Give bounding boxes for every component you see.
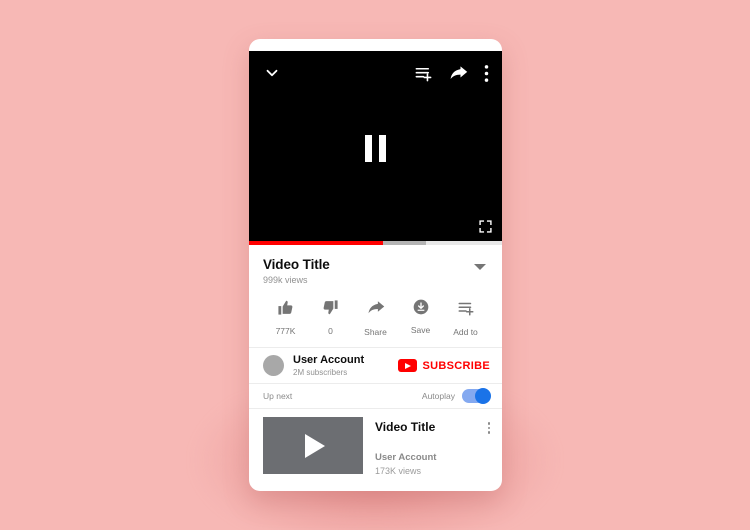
youtube-play-icon xyxy=(397,359,417,372)
channel-subscribers: 2M subscribers xyxy=(293,368,348,377)
pause-bar-left xyxy=(365,134,372,162)
save-label: Save xyxy=(410,325,431,335)
like-count: 777K xyxy=(275,326,296,336)
add-to-label: Add to xyxy=(453,327,478,337)
save-download-icon xyxy=(413,299,429,320)
video-player[interactable] xyxy=(249,51,502,245)
subscribe-label: SUBSCRIBE xyxy=(422,359,490,372)
autoplay-toggle-knob xyxy=(475,388,491,404)
autoplay-label: Autoplay xyxy=(421,391,455,401)
share-label: Share xyxy=(364,327,387,337)
dislike-action[interactable]: 0 xyxy=(308,299,353,337)
share-arrow-icon xyxy=(367,299,385,322)
video-info-header[interactable]: Video Title 999k views xyxy=(263,257,488,285)
add-to-queue-icon xyxy=(457,299,475,322)
thumbs-up-icon xyxy=(277,299,294,321)
pause-bar-right xyxy=(379,134,386,162)
add-to-action[interactable]: Add to xyxy=(443,299,488,337)
fullscreen-icon[interactable] xyxy=(479,220,492,233)
video-thumbnail[interactable] xyxy=(263,417,363,474)
up-next-label: Up next xyxy=(263,391,293,401)
video-title: Video Title xyxy=(263,257,330,272)
play-triangle-icon xyxy=(305,433,325,458)
autoplay-toggle[interactable] xyxy=(462,388,491,404)
channel-name: User Account xyxy=(293,354,365,366)
video-progress-bar[interactable] xyxy=(249,241,502,245)
up-next-video-meta: Video Title User Account 173K views xyxy=(375,417,488,476)
phone-card: Video Title 999k views 777K 0 Share Save… xyxy=(249,39,502,491)
channel-row[interactable]: User Account 2M subscribers SUBSCRIBE xyxy=(249,348,502,383)
video-info-text: Video Title 999k views xyxy=(263,257,474,285)
save-action[interactable]: Save xyxy=(398,299,443,337)
avatar-placeholder-icon xyxy=(263,355,284,376)
share-action[interactable]: Share xyxy=(353,299,398,337)
like-action[interactable]: 777K xyxy=(263,299,308,337)
more-vertical-icon[interactable] xyxy=(487,417,493,434)
up-next-bar: Up next Autoplay xyxy=(249,384,502,408)
channel-text: User Account 2M subscribers xyxy=(293,354,398,377)
thumbs-down-icon xyxy=(322,299,339,321)
video-action-row: 777K 0 Share Save Add to xyxy=(263,299,488,347)
pause-icon[interactable] xyxy=(249,51,502,245)
progress-played xyxy=(249,241,384,245)
subscribe-button[interactable]: SUBSCRIBE xyxy=(397,359,491,372)
up-next-video-item[interactable]: Video Title User Account 173K views xyxy=(249,409,502,476)
chevron-down-triangle-icon[interactable] xyxy=(474,264,486,270)
video-info: Video Title 999k views 777K 0 Share Save… xyxy=(249,245,502,347)
up-next-video-views: 173K views xyxy=(375,466,422,476)
up-next-video-title: Video Title xyxy=(375,420,436,434)
up-next-video-channel: User Account xyxy=(375,452,437,463)
dislike-count: 0 xyxy=(328,326,333,336)
video-views: 999k views xyxy=(263,275,308,285)
